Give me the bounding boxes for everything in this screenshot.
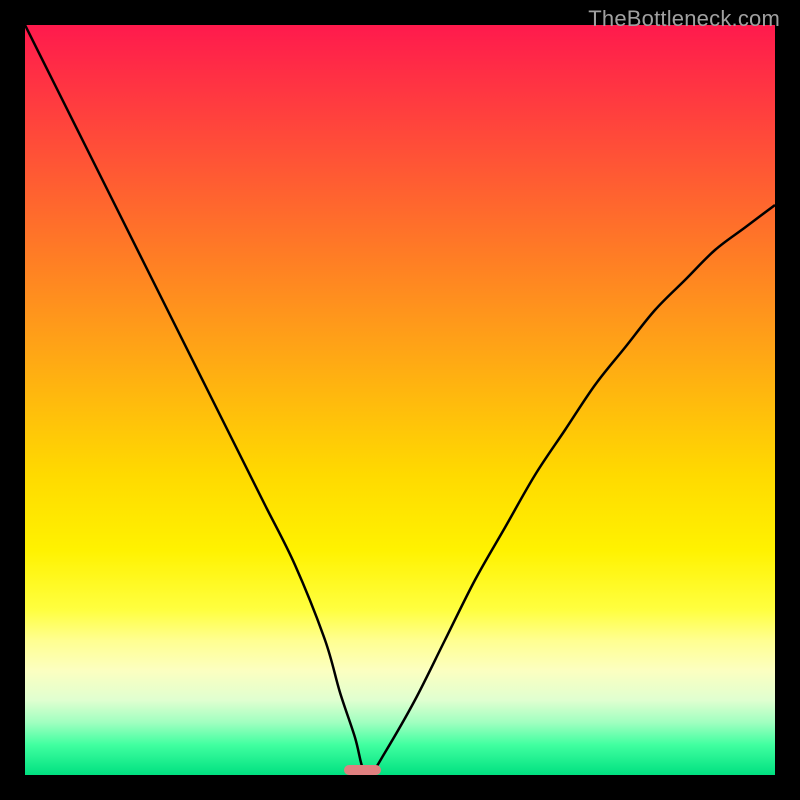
optimal-marker — [344, 765, 382, 776]
chart-container: TheBottleneck.com — [0, 0, 800, 800]
bottleneck-curve — [25, 25, 775, 775]
plot-area — [25, 25, 775, 775]
curve-svg — [25, 25, 775, 775]
watermark-text: TheBottleneck.com — [588, 6, 780, 32]
